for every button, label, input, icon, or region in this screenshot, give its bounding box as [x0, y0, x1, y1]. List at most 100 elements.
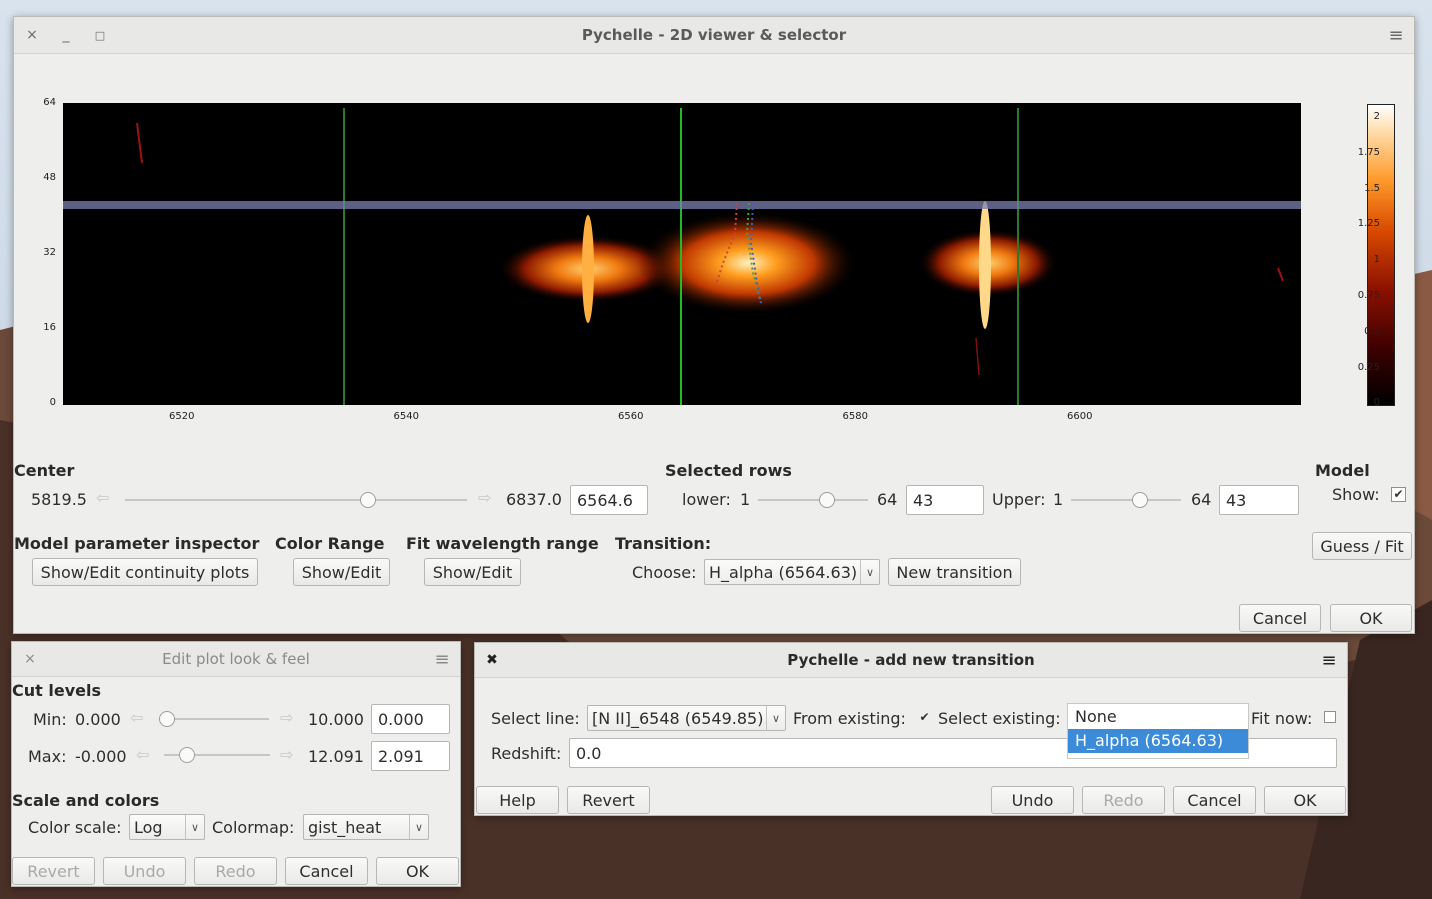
add-transition-title: Pychelle - add new transition	[787, 651, 1035, 669]
x-tick-label: 6520	[169, 411, 195, 422]
color-scale-value: Log	[134, 817, 163, 837]
add-transition-window: Pychelle - add new transition ✖ ≡ Select…	[474, 642, 1348, 816]
arrow-right-icon[interactable]: ⇨	[478, 488, 491, 507]
spectrum-2d-image[interactable]	[63, 103, 1301, 405]
transition-redo-button[interactable]: Redo	[1082, 786, 1165, 814]
selected-rows-title: Selected rows	[665, 461, 792, 480]
transition-ok-button[interactable]: OK	[1264, 786, 1346, 814]
dropdown-option-halpha[interactable]: H_alpha (6564.63)	[1068, 729, 1248, 753]
plot-ok-button[interactable]: OK	[376, 857, 459, 885]
x-tick-label: 6600	[1067, 411, 1093, 422]
center-value-input[interactable]: 6564.6	[570, 485, 648, 515]
arrow-right-icon[interactable]: ⇨	[280, 745, 293, 764]
colorbar-tick-label: 0.25	[1357, 361, 1380, 373]
dropdown-option-none[interactable]: None	[1068, 704, 1248, 729]
select-existing-label: Select existing:	[938, 709, 1061, 728]
transition-select[interactable]: H_alpha (6564.63) ∨	[704, 559, 880, 585]
choose-label: Choose:	[632, 563, 697, 582]
select-line-combo[interactable]: [N II]_6548 (6549.85) ∨	[587, 705, 786, 731]
color-range-title: Color Range	[275, 534, 385, 553]
arrow-left-icon[interactable]: ⇦	[130, 708, 143, 727]
color-range-show-edit-button[interactable]: Show/Edit	[293, 558, 390, 586]
transition-revert-button[interactable]: Revert	[567, 786, 650, 814]
close-icon[interactable]: ×	[16, 642, 44, 676]
lower-slider[interactable]	[758, 491, 868, 509]
max-slider[interactable]	[164, 746, 270, 764]
close-icon[interactable]: ✖	[478, 643, 506, 677]
center-slider-knob[interactable]	[359, 492, 376, 508]
arrow-left-icon[interactable]: ⇦	[136, 745, 149, 764]
show-edit-continuity-button[interactable]: Show/Edit continuity plots	[32, 558, 258, 586]
colorbar-tick-label: 0.75	[1357, 290, 1380, 301]
maximize-icon[interactable]: □	[86, 17, 114, 53]
color-scale-select[interactable]: Log ∨	[129, 814, 205, 840]
arrow-left-icon[interactable]: ⇦	[96, 488, 109, 507]
max-value-input[interactable]: 2.091	[371, 741, 450, 771]
main-cancel-button[interactable]: Cancel	[1239, 604, 1321, 632]
fit-now-checkbox[interactable]	[1324, 711, 1336, 723]
center-min: 5819.5	[31, 490, 87, 509]
plot-redo-button[interactable]: Redo	[194, 857, 277, 885]
guess-fit-button[interactable]: Guess / Fit	[1312, 532, 1412, 560]
min-slider[interactable]	[159, 710, 269, 728]
center-title: Center	[14, 461, 75, 480]
model-show-checkbox[interactable]: ✔	[1391, 487, 1406, 502]
x-tick-label: 6540	[393, 411, 419, 422]
redshift-label: Redshift:	[491, 744, 562, 763]
plot-cancel-button[interactable]: Cancel	[285, 857, 368, 885]
lower-value-input[interactable]: 43	[906, 485, 984, 515]
cut-levels-title: Cut levels	[12, 681, 101, 700]
upper-slider-knob[interactable]	[1132, 492, 1149, 508]
max-slider-knob[interactable]	[179, 747, 196, 763]
lower-slider-knob[interactable]	[819, 492, 836, 508]
menu-icon[interactable]: ≡	[428, 642, 456, 676]
from-existing-label: From existing:	[793, 709, 906, 728]
model-show-label: Show:	[1332, 485, 1380, 504]
plot-look-window: Edit plot look & feel × ≡ Cut levels Min…	[11, 641, 461, 887]
arrow-right-icon[interactable]: ⇨	[280, 708, 293, 727]
transition-undo-button[interactable]: Undo	[991, 786, 1074, 814]
lower-min: 1	[740, 490, 751, 509]
menu-icon[interactable]: ≡	[1315, 643, 1343, 677]
min-label: Min:	[33, 710, 67, 729]
fit-range-show-edit-button[interactable]: Show/Edit	[424, 558, 521, 586]
x-tick-label: 6580	[842, 411, 868, 422]
colorbar-tick-label: 1.25	[1357, 218, 1380, 230]
plot-revert-button[interactable]: Revert	[12, 857, 95, 885]
center-slider[interactable]	[125, 491, 467, 509]
min-low: 0.000	[75, 710, 121, 729]
min-high: 10.000	[308, 710, 364, 729]
close-icon[interactable]: ×	[18, 17, 46, 53]
fit-now-label: Fit now:	[1251, 709, 1313, 728]
plot-look-titlebar: Edit plot look & feel	[12, 642, 460, 677]
fit-range-title: Fit wavelength range	[406, 534, 599, 553]
transition-cancel-button[interactable]: Cancel	[1173, 786, 1256, 814]
min-value-input[interactable]: 0.000	[371, 704, 450, 734]
select-line-label: Select line:	[491, 709, 580, 728]
colorbar-tick-label: 2	[1373, 111, 1380, 122]
plot-look-title: Edit plot look & feel	[162, 650, 310, 668]
min-slider-knob[interactable]	[159, 711, 175, 727]
minimize-icon[interactable]: _	[52, 17, 80, 53]
max-high: 12.091	[308, 747, 364, 766]
param-inspector-title: Model parameter inspector	[14, 534, 260, 553]
from-existing-checkbox[interactable]: ✔	[918, 711, 931, 724]
add-transition-titlebar: Pychelle - add new transition	[475, 643, 1347, 678]
y-tick-label: 64	[43, 97, 56, 108]
upper-value-input[interactable]: 43	[1219, 485, 1299, 515]
colorbar-tick-label: 1.5	[1364, 182, 1380, 194]
colormap-value: gist_heat	[308, 817, 382, 837]
main-ok-button[interactable]: OK	[1330, 604, 1412, 632]
help-button[interactable]: Help	[476, 786, 559, 814]
menu-icon[interactable]: ≡	[1382, 17, 1410, 53]
select-existing-dropdown[interactable]: None H_alpha (6564.63)	[1067, 703, 1249, 759]
upper-slider[interactable]	[1071, 491, 1181, 509]
y-tick-label: 48	[43, 172, 56, 183]
plot-undo-button[interactable]: Undo	[103, 857, 186, 885]
transition-select-value: H_alpha (6564.63)	[709, 562, 858, 582]
colorbar-tick-label: 1.75	[1357, 146, 1380, 158]
new-transition-button[interactable]: New transition	[888, 558, 1021, 586]
colormap-select[interactable]: gist_heat ∨	[303, 814, 429, 840]
y-tick-label: 32	[43, 247, 56, 258]
y-tick-label: 16	[43, 322, 56, 333]
